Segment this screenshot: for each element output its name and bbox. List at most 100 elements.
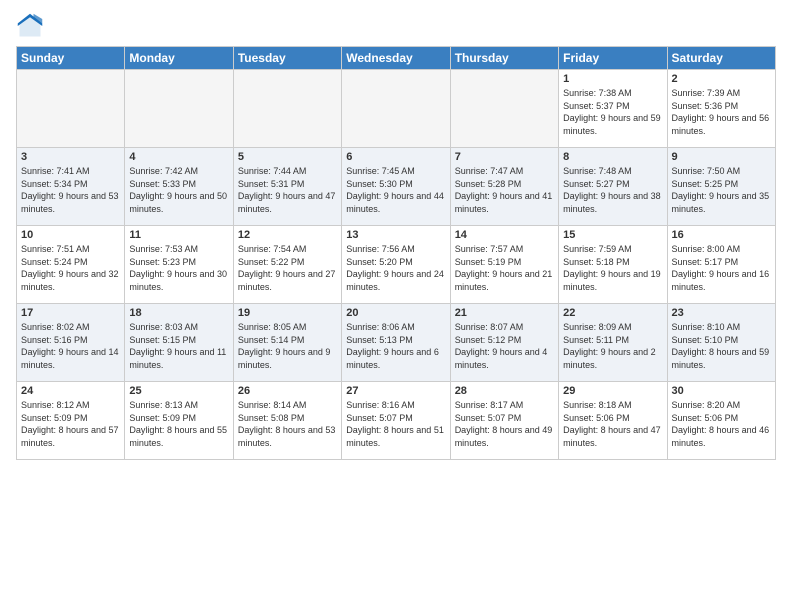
day-number: 12 bbox=[238, 229, 337, 241]
calendar-cell: 11 Sunrise: 7:53 AM Sunset: 5:23 PM Dayli… bbox=[125, 226, 233, 304]
calendar-cell: 1 Sunrise: 7:38 AM Sunset: 5:37 PM Daylig… bbox=[559, 70, 667, 148]
calendar-cell: 26 Sunrise: 8:14 AM Sunset: 5:08 PM Dayli… bbox=[233, 382, 341, 460]
weekday-header-friday: Friday bbox=[559, 47, 667, 70]
day-info: Sunrise: 7:39 AM Sunset: 5:36 PM Dayligh… bbox=[672, 87, 771, 137]
calendar-cell: 12 Sunrise: 7:54 AM Sunset: 5:22 PM Dayli… bbox=[233, 226, 341, 304]
calendar-cell: 29 Sunrise: 8:18 AM Sunset: 5:06 PM Dayli… bbox=[559, 382, 667, 460]
calendar-cell: 5Sunrise: 7:44 AM Sunset: 5:31 PM Daylig… bbox=[233, 148, 341, 226]
day-number: 26 bbox=[238, 385, 337, 397]
calendar-cell: 9 Sunrise: 7:50 AM Sunset: 5:25 PM Daylig… bbox=[667, 148, 775, 226]
calendar-cell: 28 Sunrise: 8:17 AM Sunset: 5:07 PM Dayli… bbox=[450, 382, 558, 460]
day-number: 3 bbox=[21, 151, 120, 163]
day-info: Sunrise: 7:47 AM Sunset: 5:28 PM Dayligh… bbox=[455, 165, 554, 215]
day-info: Sunrise: 8:06 AM Sunset: 5:13 PM Dayligh… bbox=[346, 321, 445, 371]
calendar-cell: 22 Sunrise: 8:09 AM Sunset: 5:11 PM Dayli… bbox=[559, 304, 667, 382]
calendar-cell: 19 Sunrise: 8:05 AM Sunset: 5:14 PM Dayli… bbox=[233, 304, 341, 382]
day-info: Sunrise: 7:41 AM Sunset: 5:34 PM Dayligh… bbox=[21, 165, 120, 215]
day-info: Sunrise: 7:56 AM Sunset: 5:20 PM Dayligh… bbox=[346, 243, 445, 293]
weekday-header-sunday: Sunday bbox=[17, 47, 125, 70]
calendar-cell: 20Sunrise: 8:06 AM Sunset: 5:13 PM Dayli… bbox=[342, 304, 450, 382]
day-info: Sunrise: 7:59 AM Sunset: 5:18 PM Dayligh… bbox=[563, 243, 662, 293]
day-info: Sunrise: 8:12 AM Sunset: 5:09 PM Dayligh… bbox=[21, 399, 120, 449]
week-row-4: 17 Sunrise: 8:02 AM Sunset: 5:16 PM Dayli… bbox=[17, 304, 776, 382]
weekday-header-thursday: Thursday bbox=[450, 47, 558, 70]
calendar-cell: 27Sunrise: 8:16 AM Sunset: 5:07 PM Dayli… bbox=[342, 382, 450, 460]
weekday-header-tuesday: Tuesday bbox=[233, 47, 341, 70]
day-number: 19 bbox=[238, 307, 337, 319]
day-info: Sunrise: 8:02 AM Sunset: 5:16 PM Dayligh… bbox=[21, 321, 120, 371]
calendar-cell: 4 Sunrise: 7:42 AM Sunset: 5:33 PM Daylig… bbox=[125, 148, 233, 226]
day-info: Sunrise: 7:48 AM Sunset: 5:27 PM Dayligh… bbox=[563, 165, 662, 215]
calendar-cell bbox=[450, 70, 558, 148]
calendar-cell: 7 Sunrise: 7:47 AM Sunset: 5:28 PM Daylig… bbox=[450, 148, 558, 226]
day-number: 21 bbox=[455, 307, 554, 319]
calendar-cell: 24 Sunrise: 8:12 AM Sunset: 5:09 PM Dayli… bbox=[17, 382, 125, 460]
week-row-3: 10 Sunrise: 7:51 AM Sunset: 5:24 PM Dayli… bbox=[17, 226, 776, 304]
day-info: Sunrise: 8:20 AM Sunset: 5:06 PM Dayligh… bbox=[672, 399, 771, 449]
day-number: 9 bbox=[672, 151, 771, 163]
day-number: 18 bbox=[129, 307, 228, 319]
calendar-cell: 16 Sunrise: 8:00 AM Sunset: 5:17 PM Dayli… bbox=[667, 226, 775, 304]
logo-icon bbox=[16, 12, 44, 40]
calendar-cell: 30Sunrise: 8:20 AM Sunset: 5:06 PM Dayli… bbox=[667, 382, 775, 460]
calendar-cell bbox=[125, 70, 233, 148]
day-number: 23 bbox=[672, 307, 771, 319]
calendar-cell: 2 Sunrise: 7:39 AM Sunset: 5:36 PM Daylig… bbox=[667, 70, 775, 148]
day-number: 2 bbox=[672, 73, 771, 85]
calendar-cell: 8 Sunrise: 7:48 AM Sunset: 5:27 PM Daylig… bbox=[559, 148, 667, 226]
calendar-cell: 14 Sunrise: 7:57 AM Sunset: 5:19 PM Dayli… bbox=[450, 226, 558, 304]
calendar-cell bbox=[342, 70, 450, 148]
page: SundayMondayTuesdayWednesdayThursdayFrid… bbox=[0, 0, 792, 612]
day-number: 14 bbox=[455, 229, 554, 241]
day-number: 16 bbox=[672, 229, 771, 241]
day-number: 1 bbox=[563, 73, 662, 85]
calendar-cell: 15Sunrise: 7:59 AM Sunset: 5:18 PM Dayli… bbox=[559, 226, 667, 304]
day-number: 4 bbox=[129, 151, 228, 163]
calendar-cell: 10 Sunrise: 7:51 AM Sunset: 5:24 PM Dayli… bbox=[17, 226, 125, 304]
day-number: 17 bbox=[21, 307, 120, 319]
weekday-header-wednesday: Wednesday bbox=[342, 47, 450, 70]
day-number: 24 bbox=[21, 385, 120, 397]
weekday-header-monday: Monday bbox=[125, 47, 233, 70]
day-number: 22 bbox=[563, 307, 662, 319]
day-info: Sunrise: 7:54 AM Sunset: 5:22 PM Dayligh… bbox=[238, 243, 337, 293]
weekday-header-row: SundayMondayTuesdayWednesdayThursdayFrid… bbox=[17, 47, 776, 70]
day-info: Sunrise: 8:18 AM Sunset: 5:06 PM Dayligh… bbox=[563, 399, 662, 449]
day-info: Sunrise: 7:53 AM Sunset: 5:23 PM Dayligh… bbox=[129, 243, 228, 293]
day-info: Sunrise: 8:17 AM Sunset: 5:07 PM Dayligh… bbox=[455, 399, 554, 449]
calendar-cell: 23 Sunrise: 8:10 AM Sunset: 5:10 PM Dayli… bbox=[667, 304, 775, 382]
day-number: 13 bbox=[346, 229, 445, 241]
header bbox=[16, 12, 776, 40]
day-info: Sunrise: 8:07 AM Sunset: 5:12 PM Dayligh… bbox=[455, 321, 554, 371]
day-info: Sunrise: 8:14 AM Sunset: 5:08 PM Dayligh… bbox=[238, 399, 337, 449]
day-number: 6 bbox=[346, 151, 445, 163]
day-info: Sunrise: 7:51 AM Sunset: 5:24 PM Dayligh… bbox=[21, 243, 120, 293]
day-info: Sunrise: 7:50 AM Sunset: 5:25 PM Dayligh… bbox=[672, 165, 771, 215]
calendar-cell bbox=[233, 70, 341, 148]
day-info: Sunrise: 7:57 AM Sunset: 5:19 PM Dayligh… bbox=[455, 243, 554, 293]
week-row-5: 24 Sunrise: 8:12 AM Sunset: 5:09 PM Dayli… bbox=[17, 382, 776, 460]
day-number: 8 bbox=[563, 151, 662, 163]
week-row-2: 3 Sunrise: 7:41 AM Sunset: 5:34 PM Daylig… bbox=[17, 148, 776, 226]
day-info: Sunrise: 8:13 AM Sunset: 5:09 PM Dayligh… bbox=[129, 399, 228, 449]
day-info: Sunrise: 8:09 AM Sunset: 5:11 PM Dayligh… bbox=[563, 321, 662, 371]
week-row-1: 1 Sunrise: 7:38 AM Sunset: 5:37 PM Daylig… bbox=[17, 70, 776, 148]
weekday-header-saturday: Saturday bbox=[667, 47, 775, 70]
calendar-cell bbox=[17, 70, 125, 148]
day-info: Sunrise: 8:05 AM Sunset: 5:14 PM Dayligh… bbox=[238, 321, 337, 371]
day-number: 27 bbox=[346, 385, 445, 397]
day-info: Sunrise: 8:10 AM Sunset: 5:10 PM Dayligh… bbox=[672, 321, 771, 371]
day-info: Sunrise: 8:00 AM Sunset: 5:17 PM Dayligh… bbox=[672, 243, 771, 293]
day-info: Sunrise: 7:45 AM Sunset: 5:30 PM Dayligh… bbox=[346, 165, 445, 215]
day-info: Sunrise: 7:38 AM Sunset: 5:37 PM Dayligh… bbox=[563, 87, 662, 137]
calendar-cell: 25Sunrise: 8:13 AM Sunset: 5:09 PM Dayli… bbox=[125, 382, 233, 460]
day-number: 11 bbox=[129, 229, 228, 241]
day-number: 29 bbox=[563, 385, 662, 397]
logo bbox=[16, 12, 48, 40]
calendar-cell: 17 Sunrise: 8:02 AM Sunset: 5:16 PM Dayli… bbox=[17, 304, 125, 382]
day-info: Sunrise: 7:42 AM Sunset: 5:33 PM Dayligh… bbox=[129, 165, 228, 215]
day-number: 28 bbox=[455, 385, 554, 397]
calendar-cell: 13 Sunrise: 7:56 AM Sunset: 5:20 PM Dayli… bbox=[342, 226, 450, 304]
day-number: 10 bbox=[21, 229, 120, 241]
day-number: 7 bbox=[455, 151, 554, 163]
